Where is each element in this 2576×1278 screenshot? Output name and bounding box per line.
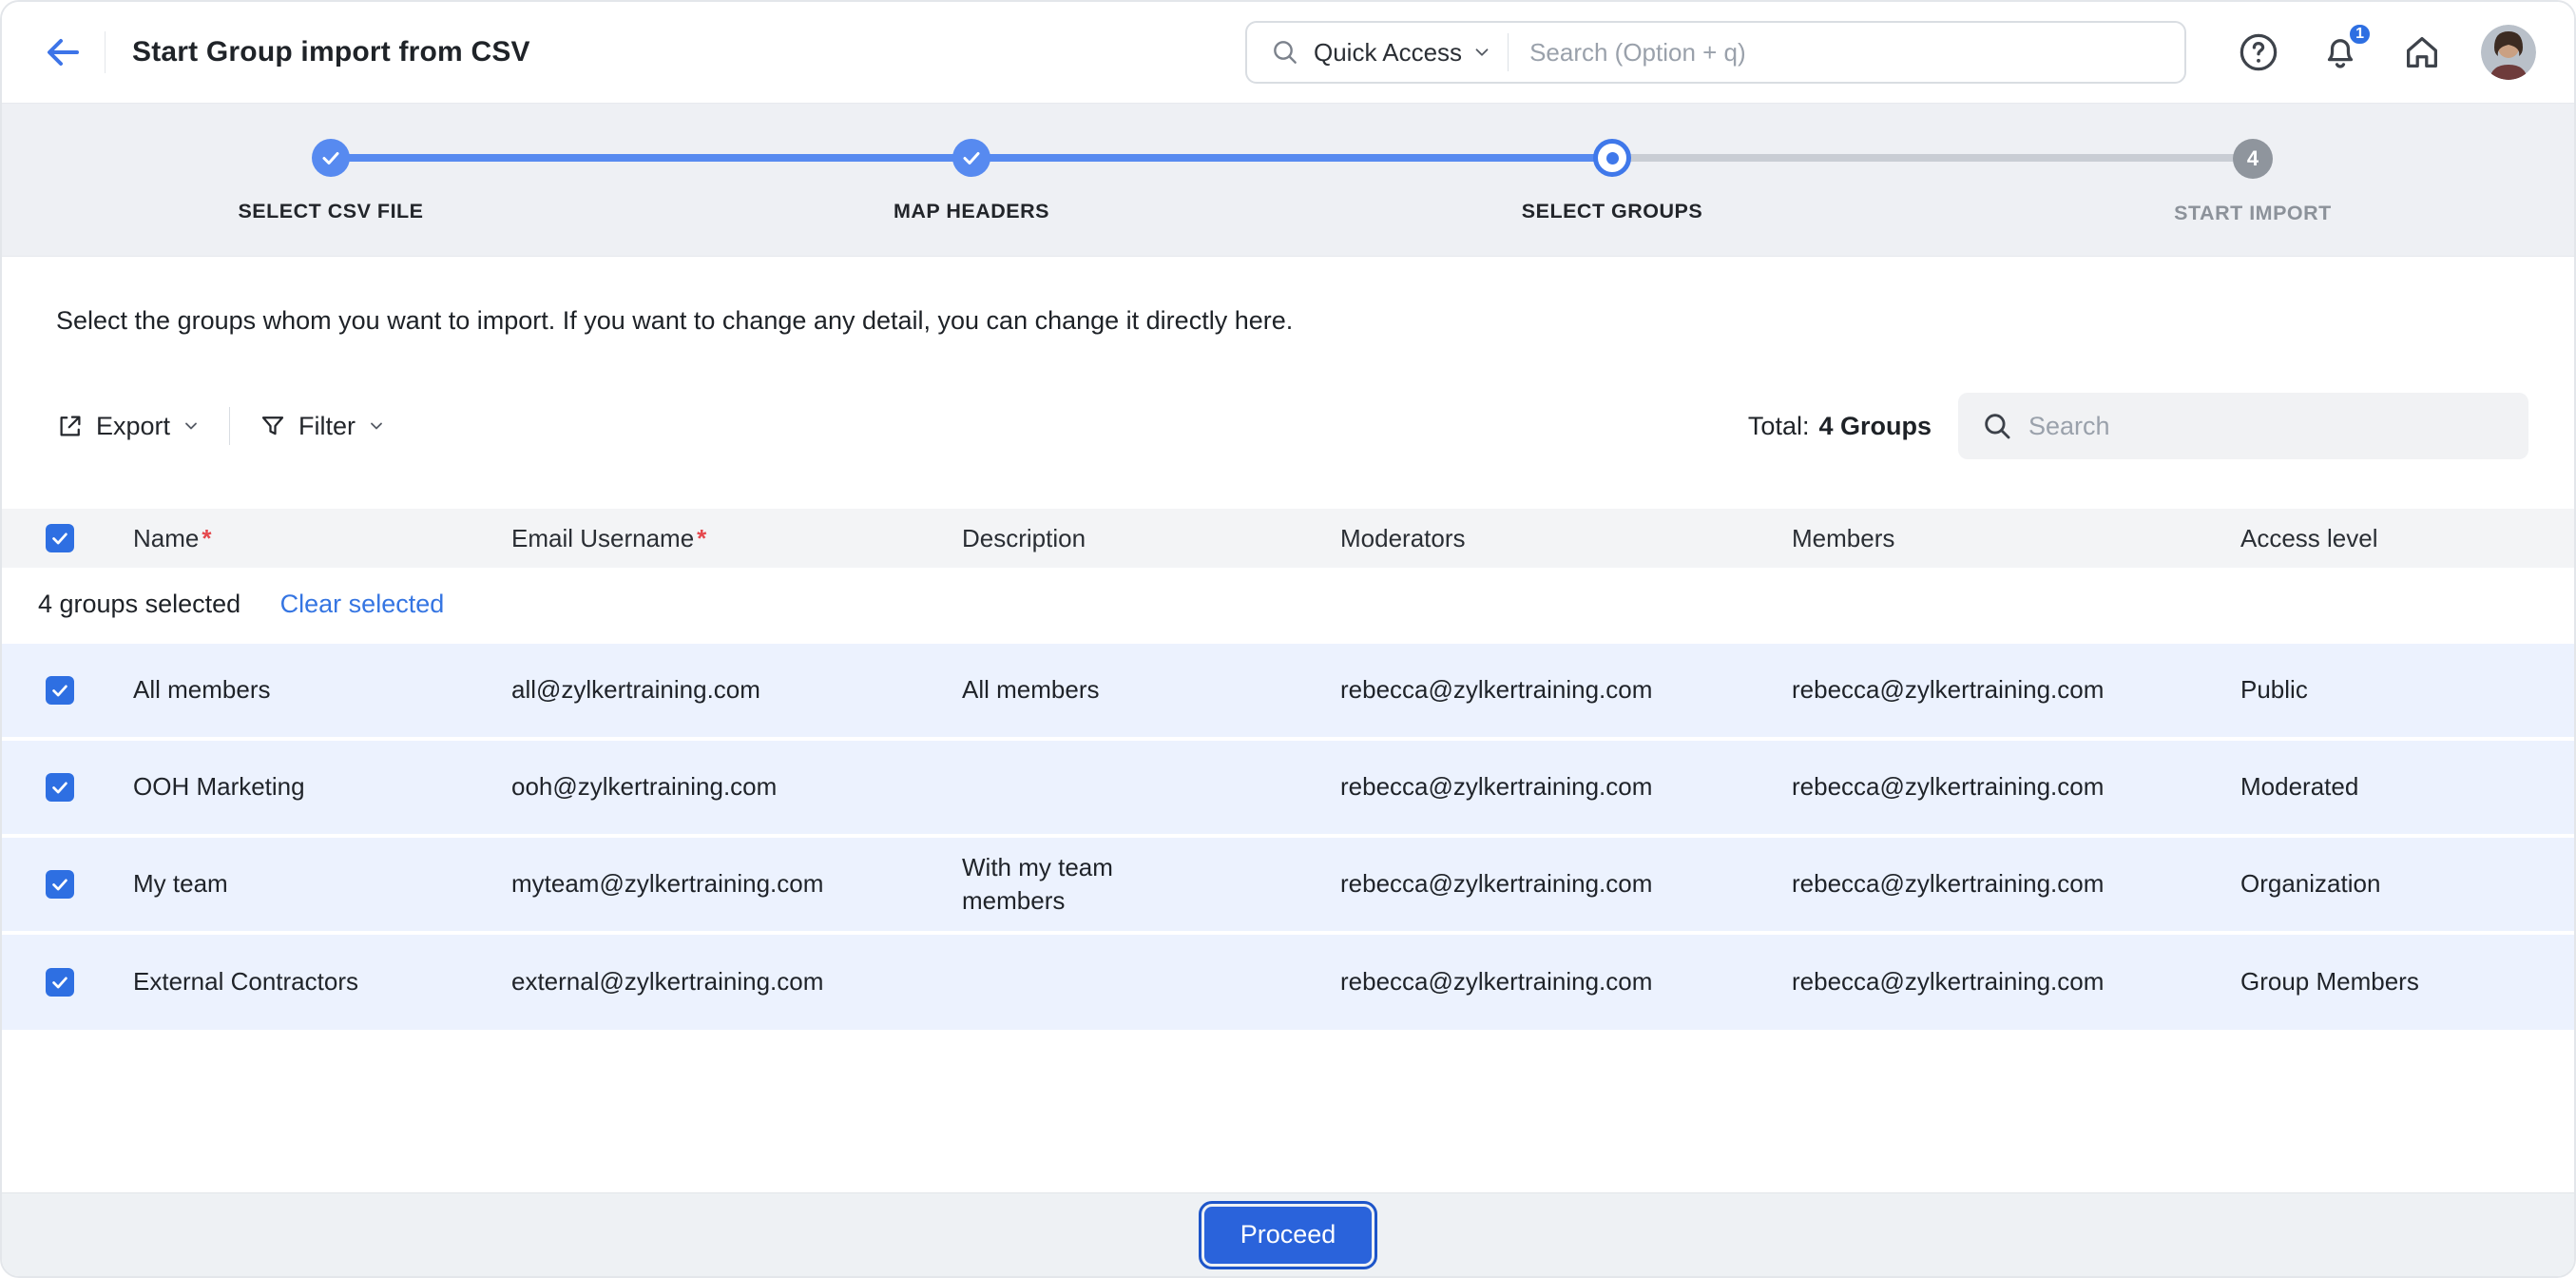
column-header-members: Members [1756,509,2204,568]
selection-summary-row: 4 groups selected Clear selected [2,568,2576,642]
step-label: MAP HEADERS [894,200,1049,223]
cell-access-level: Group Members [2240,965,2419,998]
total-value: 4 Groups [1818,412,1932,441]
main-content: Select the groups whom you want to impor… [2,257,2574,1196]
cell-name: External Contractors [133,965,358,998]
title-divider [105,31,106,73]
cell-email: myteam@zylkertraining.com [511,867,823,900]
page-description: Select the groups whom you want to impor… [2,257,2574,336]
import-stepper: SELECT CSV FILE MAP HEADERS SELECT GROUP… [2,104,2574,257]
row-checkbox[interactable] [46,773,74,802]
export-icon [56,412,85,440]
required-marker: * [697,524,706,552]
chevron-down-icon [182,416,201,436]
footer-bar: Proceed [2,1192,2574,1276]
cell-description: With my team members [962,851,1200,918]
step-start-import: 4 START IMPORT [2015,104,2490,225]
table-toolbar: Export Filter [2,393,2574,459]
cell-name: OOH Marketing [133,770,305,804]
cell-moderators: rebecca@zylkertraining.com [1340,965,1652,998]
search-icon [1270,37,1300,68]
row-checkbox[interactable] [46,676,74,705]
filter-funnel-icon [259,412,287,440]
step-map-headers[interactable]: MAP HEADERS [734,104,1209,223]
cell-email: ooh@zylkertraining.com [511,770,777,804]
active-step-dot [1606,152,1619,165]
step-select-groups: SELECT GROUPS [1375,104,1850,223]
table-row[interactable]: OOH Marketing ooh@zylkertraining.com reb… [2,739,2576,836]
table-body: 4 groups selected Clear selected All mem… [2,568,2576,1030]
page-title: Start Group import from CSV [132,36,530,68]
select-all-checkbox[interactable] [46,524,74,552]
required-marker: * [202,524,211,552]
cell-name: All members [133,673,270,707]
step-label: START IMPORT [2174,202,2332,225]
cell-members: rebecca@zylkertraining.com [1792,965,2104,998]
cell-members: rebecca@zylkertraining.com [1792,867,2104,900]
filter-label: Filter [298,412,356,441]
column-header-access-level: Access level [2204,509,2576,568]
global-search-bar: Quick Access [1245,21,2186,84]
column-header-moderators: Moderators [1304,509,1756,568]
home-button[interactable] [2399,29,2445,75]
total-label: Total: [1748,412,1810,441]
column-header-description: Description [926,509,1304,568]
step-select-csv-file[interactable]: SELECT CSV FILE [93,104,568,223]
step-label: SELECT GROUPS [1522,200,1702,223]
back-button[interactable] [38,28,87,77]
table-row[interactable]: My team myteam@zylkertraining.com With m… [2,836,2576,933]
chevron-down-icon [367,416,386,436]
filter-button[interactable]: Filter [259,412,386,441]
cell-email: all@zylkertraining.com [511,673,760,707]
app-window: Start Group import from CSV Quick Access [0,0,2576,1278]
row-checkbox[interactable] [46,968,74,997]
notification-badge: 1 [2347,22,2373,47]
export-label: Export [96,412,170,441]
cell-access-level: Moderated [2240,770,2358,804]
global-search-input[interactable] [1529,38,2162,68]
checkmark-icon [319,146,342,169]
cell-moderators: rebecca@zylkertraining.com [1340,673,1652,707]
help-button[interactable] [2236,29,2281,75]
user-avatar[interactable] [2481,25,2536,80]
table-row[interactable]: External Contractors external@zylkertrai… [2,933,2576,1030]
chevron-down-icon [1471,42,1492,63]
column-header-email: Email Username* [475,509,926,568]
total-groups: Total: 4 Groups [1748,412,1932,441]
column-header-name: Name* [97,509,475,568]
cell-access-level: Public [2240,673,2308,707]
quick-access-dropdown[interactable]: Quick Access [1314,38,1462,68]
step-label: SELECT CSV FILE [238,200,423,223]
back-arrow-icon [41,30,85,74]
table-row[interactable]: All members all@zylkertraining.com All m… [2,642,2576,739]
clear-selected-link[interactable]: Clear selected [280,590,445,618]
home-icon [2400,30,2444,74]
cell-moderators: rebecca@zylkertraining.com [1340,770,1652,804]
notifications-button[interactable]: 1 [2317,29,2363,75]
selection-count: 4 groups selected [38,590,240,618]
checkmark-icon [960,146,983,169]
table-search-input[interactable] [2028,412,2506,441]
search-divider [1508,33,1509,71]
proceed-button[interactable]: Proceed [1204,1207,1373,1264]
topbar-icons: 1 [2236,25,2536,80]
toolbar-divider [229,407,230,445]
table-search-box [1958,393,2528,459]
cell-access-level: Organization [2240,867,2380,900]
top-bar: Start Group import from CSV Quick Access [2,2,2574,104]
groups-table: Name* Email Username* Description Modera… [2,509,2576,1030]
search-icon [1981,410,2013,442]
table-header-row: Name* Email Username* Description Modera… [2,509,2576,568]
cell-email: external@zylkertraining.com [511,965,823,998]
step-number: 4 [2233,139,2273,179]
help-circle-icon [2237,30,2280,74]
cell-members: rebecca@zylkertraining.com [1792,673,2104,707]
cell-description: All members [962,673,1099,707]
export-button[interactable]: Export [56,412,201,441]
cell-members: rebecca@zylkertraining.com [1792,770,2104,804]
row-checkbox[interactable] [46,870,74,899]
cell-name: My team [133,867,228,900]
cell-moderators: rebecca@zylkertraining.com [1340,867,1652,900]
